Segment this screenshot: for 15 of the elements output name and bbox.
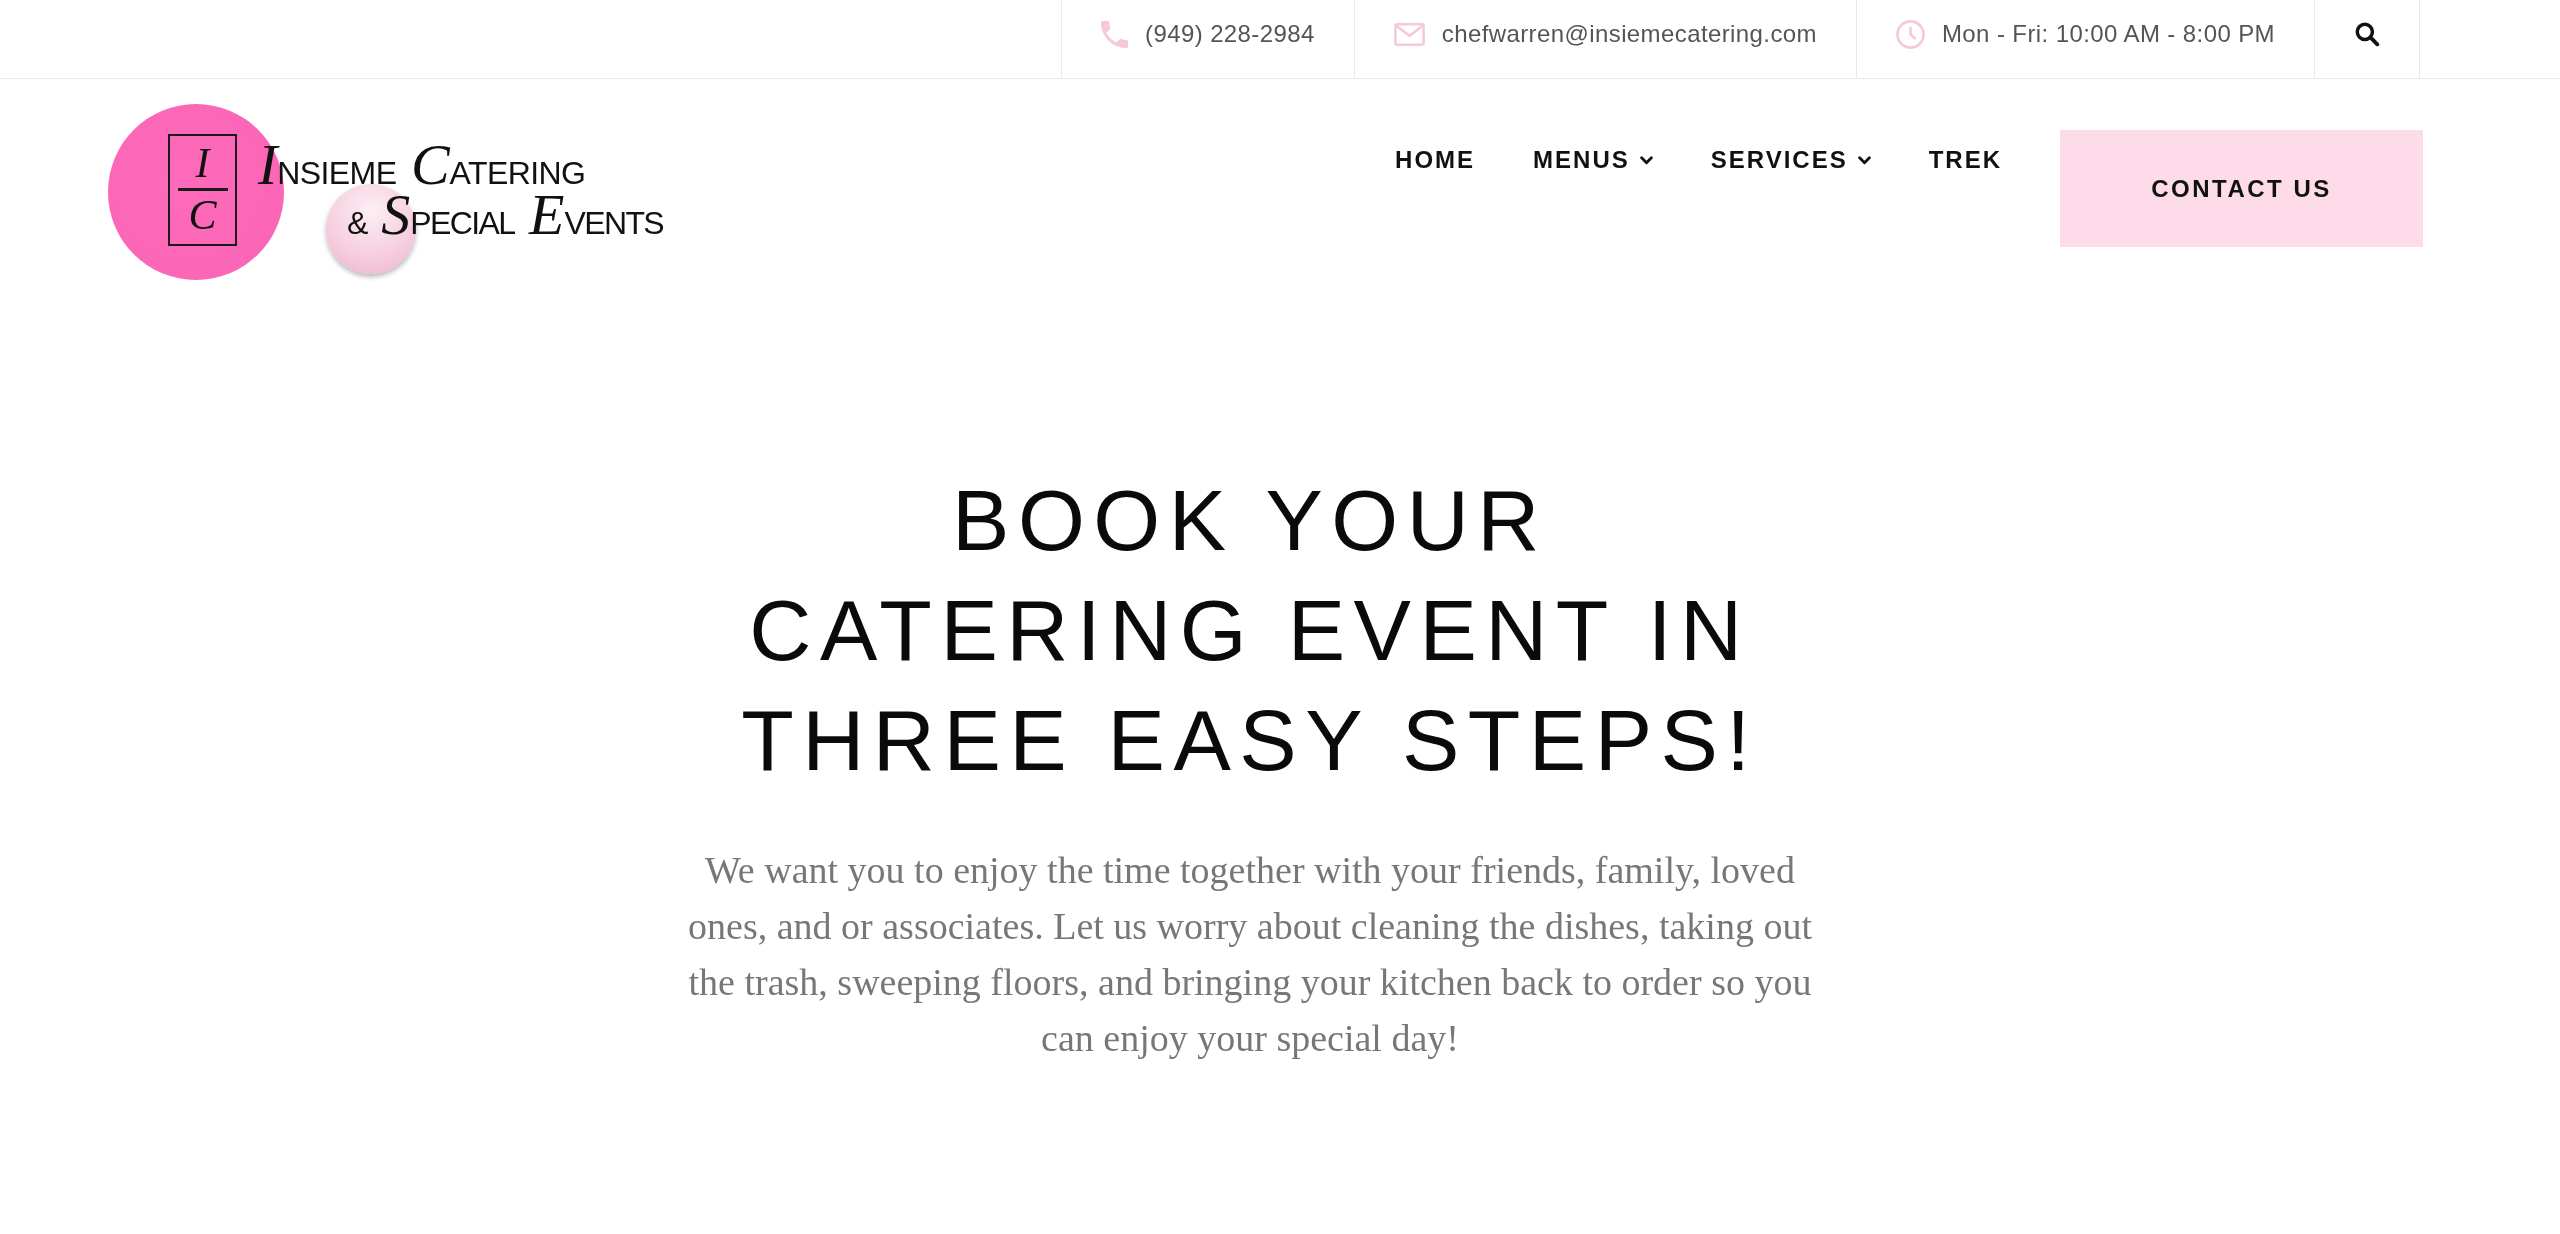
nav-link[interactable]: MENUS (1533, 130, 1653, 175)
phone-number[interactable]: (949) 228-2984 (1145, 20, 1315, 48)
nav-link[interactable]: HOME (1395, 130, 1476, 175)
hero-text: We want you to enjoy the time together with your friends, family, loved ones, and or associates. Let us worry about cleaning the dishes, taking out the trash, sweeping floors, and bringing your kitchen back to order so you can enjoy your special day! (687, 848, 1813, 1061)
search-icon[interactable] (2354, 21, 2380, 47)
clock-icon (1895, 19, 1925, 49)
hero-heading: BOOK YOUR CATERING EVENT IN THREE EASY STEPS! (740, 471, 1760, 790)
email-address[interactable]: chefwarren@insiemecatering.com (1441, 20, 1817, 48)
nav-link[interactable]: TREK (1928, 130, 2002, 175)
nav-link[interactable]: SERVICES (1710, 130, 1871, 175)
phone-icon (1101, 20, 1129, 48)
contact-button[interactable]: CONTACT US (2060, 130, 2423, 247)
envelope-icon (1393, 22, 1425, 46)
logo[interactable]: I C INSIEME CATERING & SPECIAL EVENTS (104, 104, 678, 286)
opening-hours: Mon - Fri: 10:00 AM - 8:00 PM (1941, 20, 2275, 48)
